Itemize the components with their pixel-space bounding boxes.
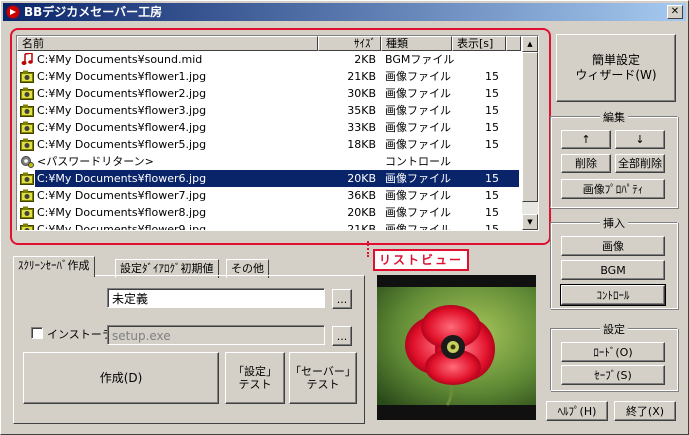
row-seconds: 15 [485, 138, 499, 151]
poppy-flower-image [377, 275, 536, 420]
listview-annotation-label: リストビュー [373, 249, 470, 271]
list-vertical-scrollbar[interactable]: ▲ ▼ [522, 36, 538, 230]
row-type: BGMファイル [385, 53, 455, 66]
row-name: C:¥My Documents¥flower3.jpg [37, 104, 207, 117]
row-type: 画像ファイル [385, 104, 451, 117]
image-preview [377, 275, 536, 420]
insert-bgm-button[interactable]: BGM [561, 260, 665, 280]
move-down-button[interactable]: ↓ [615, 130, 665, 149]
row-size: 35KB [347, 104, 376, 117]
row-seconds: 15 [485, 189, 499, 202]
scroll-up-icon[interactable]: ▲ [522, 36, 538, 52]
row-size: 2KB [354, 53, 376, 66]
insert-control-button[interactable]: ｺﾝﾄﾛｰﾙ [560, 284, 666, 306]
row-type: 画像ファイル [385, 138, 451, 151]
row-seconds: 15 [485, 121, 499, 134]
screensaver-name-input[interactable]: 未定義 [107, 288, 325, 308]
save-button[interactable]: ｾｰﾌﾞ(S) [561, 365, 665, 385]
wizard-button[interactable]: 簡単設定 ウィザード(W) [556, 34, 676, 102]
list-row[interactable]: C:¥My Documents¥flower1.jpg 21KB 画像ファイル 15 [17, 68, 521, 85]
row-name: C:¥My Documents¥flower6.jpg [37, 172, 207, 185]
load-button[interactable]: ﾛｰﾄﾞ(O) [561, 342, 665, 362]
annotation-connector [367, 241, 370, 257]
row-type: コントロール [385, 155, 451, 168]
row-name: C:¥My Documents¥flower7.jpg [37, 189, 207, 202]
help-button[interactable]: ﾍﾙﾌﾟ(H) [546, 401, 608, 421]
row-name: C:¥My Documents¥flower1.jpg [37, 70, 207, 83]
row-type: 画像ファイル [385, 87, 451, 100]
row-type: 画像ファイル [385, 223, 451, 231]
saver-test-button[interactable]: 「セーバー」 テスト [289, 352, 357, 404]
image-properties-button[interactable]: 画像ﾌﾟﾛﾊﾟﾃｨ [561, 179, 665, 199]
exit-button[interactable]: 終了(X) [614, 401, 676, 421]
row-seconds: 15 [485, 87, 499, 100]
tab-create-screensaver[interactable]: ｽｸﾘｰﾝｾｰﾊﾞ作成 [13, 256, 95, 277]
row-name: C:¥My Documents¥flower9.jpg [37, 223, 207, 231]
file-list-view[interactable]: 名前 ｻｲｽﾞ 種類 表示[s] C:¥My Documents¥sound.m… [16, 35, 539, 231]
list-row[interactable]: C:¥My Documents¥flower4.jpg 33KB 画像ファイル 15 [17, 119, 521, 136]
row-name: C:¥My Documents¥flower8.jpg [37, 206, 207, 219]
installer-path-input[interactable]: setup.exe [107, 325, 325, 345]
row-size: 20KB [318, 170, 376, 187]
row-seconds: 15 [485, 223, 499, 231]
list-row[interactable]: C:¥My Documents¥flower8.jpg 20KB 画像ファイル 15 [17, 204, 521, 221]
edit-group-legend: 編集 [600, 111, 628, 124]
title-bar[interactable]: BBデジカメセーバー工房 ✕ [3, 3, 686, 21]
column-header-filler [506, 36, 521, 51]
row-seconds: 15 [485, 70, 499, 83]
main-window: BBデジカメセーバー工房 ✕ 名前 ｻｲｽﾞ 種類 表示[s] C:¥My Do… [0, 0, 689, 435]
list-row[interactable]: C:¥My Documents¥flower2.jpg 30KB 画像ファイル 15 [17, 85, 521, 102]
list-row[interactable]: C:¥My Documents¥flower6.jpg 20KB 画像ファイル 15 [17, 170, 521, 187]
row-seconds: 15 [485, 104, 499, 117]
window-title: BBデジカメセーバー工房 [24, 5, 163, 19]
installer-label: インストーラ [47, 328, 113, 341]
column-header-name[interactable]: 名前 [17, 36, 318, 51]
installer-browse-button[interactable]: ... [332, 326, 352, 346]
row-name: C:¥My Documents¥flower5.jpg [37, 138, 207, 151]
list-row[interactable]: C:¥My Documents¥flower5.jpg 18KB 画像ファイル 15 [17, 136, 521, 153]
close-button[interactable]: ✕ [667, 5, 683, 19]
name-browse-button[interactable]: ... [332, 289, 352, 309]
delete-all-button[interactable]: 全部削除 [615, 154, 665, 173]
row-size: 21KB [347, 223, 376, 231]
scroll-thumb[interactable] [522, 52, 538, 202]
row-type: 画像ファイル [385, 189, 451, 202]
list-row[interactable]: C:¥My Documents¥flower9.jpg 21KB 画像ファイル 15 [17, 221, 521, 231]
move-up-button[interactable]: ↑ [561, 130, 611, 149]
row-name: C:¥My Documents¥sound.mid [37, 53, 203, 66]
row-type: 画像ファイル [385, 121, 451, 134]
scroll-down-icon[interactable]: ▼ [522, 214, 538, 230]
row-size: 20KB [347, 206, 376, 219]
row-seconds: 15 [485, 206, 499, 219]
create-button[interactable]: 作成(D) [23, 352, 219, 404]
list-row[interactable]: C:¥My Documents¥sound.mid 2KB BGMファイル [17, 51, 521, 68]
row-type: 画像ファイル [385, 170, 451, 187]
insert-image-button[interactable]: 画像 [561, 236, 665, 256]
column-header-type[interactable]: 種類 [381, 36, 452, 51]
row-size: 18KB [347, 138, 376, 151]
list-row[interactable]: C:¥My Documents¥flower3.jpg 35KB 画像ファイル 15 [17, 102, 521, 119]
insert-group-legend: 挿入 [600, 217, 628, 230]
list-row[interactable]: <パスワードリターン> コントロール [17, 153, 521, 170]
row-seconds: 15 [452, 170, 499, 187]
row-name: C:¥My Documents¥flower4.jpg [37, 121, 207, 134]
row-size: 30KB [347, 87, 376, 100]
row-size: 33KB [347, 121, 376, 134]
row-size: 36KB [347, 189, 376, 202]
row-type: 画像ファイル [385, 206, 451, 219]
settings-group-legend: 設定 [600, 323, 628, 336]
delete-button[interactable]: 削除 [561, 154, 611, 173]
column-header-size[interactable]: ｻｲｽﾞ [318, 36, 381, 51]
row-type: 画像ファイル [385, 70, 451, 83]
list-header: 名前 ｻｲｽﾞ 種類 表示[s] [17, 36, 521, 51]
app-icon [6, 5, 20, 19]
installer-checkbox[interactable] [31, 327, 43, 339]
row-name: <パスワードリターン> [37, 155, 154, 168]
settings-test-button[interactable]: 「設定」 テスト [225, 352, 285, 404]
column-header-seconds[interactable]: 表示[s] [452, 36, 506, 51]
list-row[interactable]: C:¥My Documents¥flower7.jpg 36KB 画像ファイル 15 [17, 187, 521, 204]
row-name: C:¥My Documents¥flower2.jpg [37, 87, 207, 100]
row-size: 21KB [347, 70, 376, 83]
